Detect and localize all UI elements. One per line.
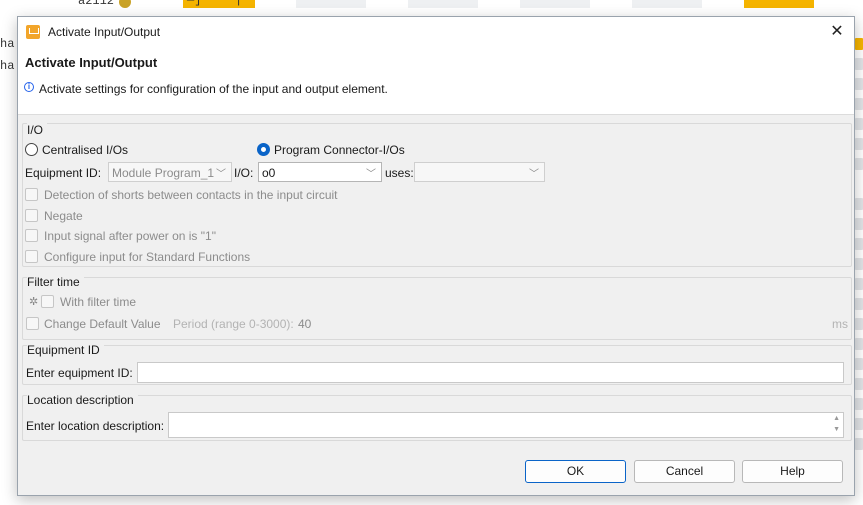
background-block bbox=[855, 38, 863, 50]
background-block bbox=[855, 118, 863, 130]
uses-select[interactable]: ﹀ bbox=[414, 162, 545, 182]
io-group: I/O Centralised I/Os Program Connector-I… bbox=[22, 123, 852, 267]
cancel-button[interactable]: Cancel bbox=[634, 460, 735, 483]
io-value: o0 bbox=[262, 166, 276, 180]
background-block bbox=[855, 398, 863, 410]
background-block bbox=[855, 198, 863, 210]
header-title: Activate Input/Output bbox=[25, 55, 158, 70]
configure-input-label: Configure input for Standard Functions bbox=[44, 250, 251, 264]
background-block bbox=[855, 158, 863, 170]
background-side-text: ha bbox=[0, 59, 15, 73]
dialog-titlebar[interactable]: Activate Input/Output ✕ bbox=[18, 17, 854, 47]
background-bracket-text: —] bbox=[187, 0, 202, 7]
location-description-group: Location description Enter location desc… bbox=[22, 393, 852, 441]
equipment-id-group-label: Equipment ID bbox=[27, 343, 104, 357]
input-signal-label: Input signal after power on is "1" bbox=[44, 229, 216, 243]
background-cell bbox=[296, 0, 366, 8]
equipment-id-group: Equipment ID Enter equipment ID: bbox=[22, 343, 852, 385]
background-coil-icon bbox=[119, 0, 131, 8]
negate-checkbox[interactable] bbox=[25, 209, 38, 222]
background-block bbox=[855, 138, 863, 150]
background-block bbox=[855, 318, 863, 330]
info-icon: i bbox=[24, 82, 34, 92]
background-block bbox=[855, 378, 863, 390]
io-label: I/O: bbox=[234, 166, 254, 180]
background-block bbox=[855, 438, 863, 450]
location-description-input[interactable]: ▲ ▼ bbox=[168, 412, 844, 438]
background-side-text: ha bbox=[0, 37, 15, 51]
background-block bbox=[855, 418, 863, 430]
chevron-down-icon: ﹀ bbox=[529, 169, 539, 180]
window-title: Activate Input/Output bbox=[48, 25, 161, 39]
background-block bbox=[855, 238, 863, 250]
centralised-ios-radio[interactable] bbox=[25, 143, 38, 156]
change-default-checkbox[interactable] bbox=[26, 317, 39, 330]
scroll-down-icon[interactable]: ▼ bbox=[833, 426, 840, 434]
equipment-id-input[interactable] bbox=[137, 362, 844, 383]
location-description-field-label: Enter location description: bbox=[26, 419, 165, 433]
background-cell bbox=[520, 0, 590, 8]
with-filter-time-label: With filter time bbox=[60, 295, 137, 309]
period-label: Period (range 0-3000): bbox=[173, 317, 294, 331]
app-icon bbox=[26, 25, 40, 39]
change-default-label: Change Default Value bbox=[44, 317, 161, 331]
background-block bbox=[855, 298, 863, 310]
background-block bbox=[855, 338, 863, 350]
period-value[interactable]: 40 bbox=[298, 317, 311, 331]
uses-label: uses: bbox=[385, 166, 414, 180]
input-signal-checkbox[interactable] bbox=[25, 229, 38, 242]
centralised-ios-label: Centralised I/Os bbox=[42, 143, 129, 157]
sparkle-icon: ✲ bbox=[29, 296, 39, 308]
detection-shorts-label: Detection of shorts between contacts in … bbox=[44, 188, 338, 202]
with-filter-time-checkbox[interactable] bbox=[41, 295, 54, 308]
background-block bbox=[855, 258, 863, 270]
background-marker-text: | bbox=[235, 0, 243, 7]
chevron-down-icon: ﹀ bbox=[216, 169, 226, 180]
background-block bbox=[855, 358, 863, 370]
io-select[interactable]: o0 ﹀ bbox=[258, 162, 382, 182]
detection-shorts-checkbox[interactable] bbox=[25, 188, 38, 201]
location-description-group-label: Location description bbox=[27, 393, 138, 407]
dialog-header: Activate Input/Output i Activate setting… bbox=[18, 47, 854, 115]
background-block bbox=[855, 98, 863, 110]
io-group-label: I/O bbox=[27, 123, 48, 137]
period-unit: ms bbox=[832, 317, 848, 331]
background-cell bbox=[408, 0, 478, 8]
help-button[interactable]: Help bbox=[742, 460, 843, 483]
background-code-text: a2112 bbox=[78, 0, 115, 8]
background-block bbox=[855, 78, 863, 90]
background-block bbox=[855, 218, 863, 230]
program-connector-ios-label: Program Connector-I/Os bbox=[274, 143, 405, 157]
background-highlight-cell: —] | bbox=[183, 0, 255, 8]
equipment-id-field-label: Enter equipment ID: bbox=[26, 366, 133, 380]
filter-time-group: Filter time ✲ With filter time Change De… bbox=[22, 275, 852, 340]
background-highlight-cell bbox=[744, 0, 814, 8]
scroll-up-icon[interactable]: ▲ bbox=[833, 415, 840, 423]
equipment-id-select[interactable]: Module Program_1 ﹀ bbox=[108, 162, 232, 182]
background-toolbar: a2112 —] | bbox=[0, 0, 863, 10]
equipment-id-label: Equipment ID: bbox=[25, 166, 102, 180]
configure-input-checkbox[interactable] bbox=[25, 250, 38, 263]
background-block bbox=[855, 58, 863, 70]
negate-label: Negate bbox=[44, 209, 83, 223]
program-connector-ios-radio[interactable] bbox=[257, 143, 270, 156]
activate-io-dialog: Activate Input/Output ✕ Activate Input/O… bbox=[17, 16, 855, 496]
background-block bbox=[855, 278, 863, 290]
equipment-id-value: Module Program_1 bbox=[112, 166, 215, 180]
background-cell bbox=[632, 0, 702, 8]
ok-button[interactable]: OK bbox=[525, 460, 626, 483]
close-icon[interactable]: ✕ bbox=[826, 21, 848, 43]
header-description: Activate settings for configuration of t… bbox=[39, 82, 388, 96]
filter-time-group-label: Filter time bbox=[27, 275, 84, 289]
chevron-down-icon: ﹀ bbox=[366, 169, 376, 180]
